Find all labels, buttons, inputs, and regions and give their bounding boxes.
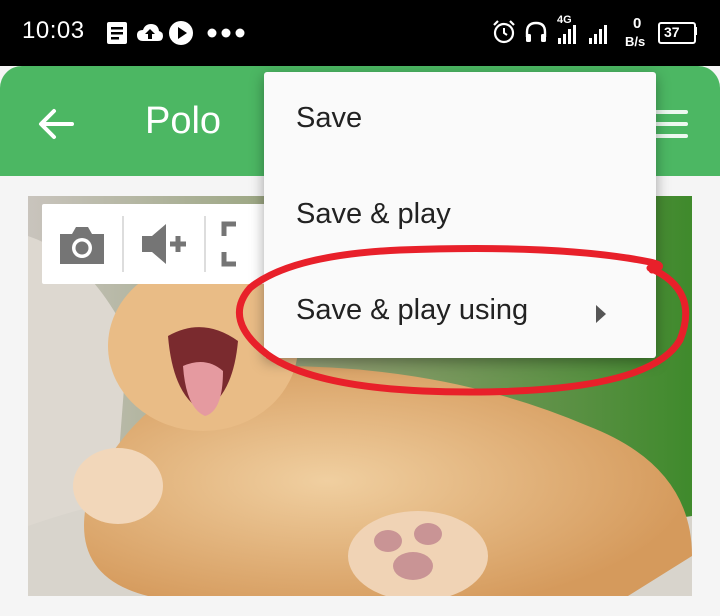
camera-icon[interactable] <box>52 214 112 274</box>
battery-icon: 37 <box>658 22 696 44</box>
submenu-arrow-icon <box>596 305 606 323</box>
menu-item-save[interactable]: Save <box>264 74 656 168</box>
more-dots-icon <box>207 28 245 38</box>
volume-add-icon[interactable] <box>134 214 194 274</box>
menu-item-label: Save & play using <box>296 294 529 326</box>
menu-item-save-and-play[interactable]: Save & play <box>264 170 656 264</box>
status-bar: 10:03 4G 0 B/s 37 <box>0 0 720 66</box>
menu-icon[interactable] <box>652 110 688 140</box>
cloud-upload-icon <box>137 24 163 41</box>
back-arrow-icon[interactable] <box>36 104 76 144</box>
menu-item-label: Save <box>296 102 363 134</box>
signal-icon <box>558 25 607 44</box>
notes-icon <box>107 22 127 44</box>
alarm-icon <box>493 20 515 44</box>
battery-level: 37 <box>664 24 680 40</box>
battery-tip <box>694 27 697 35</box>
overflow-menu: Save Save & play Save & play using <box>264 72 656 358</box>
status-time: 10:03 <box>22 17 85 44</box>
toolbar-divider <box>204 216 206 272</box>
play-icon <box>169 21 193 45</box>
speed-value: 0 <box>633 15 642 32</box>
speed-unit: B/s <box>625 34 646 49</box>
menu-item-save-and-play-using[interactable]: Save & play using <box>264 266 656 360</box>
menu-item-label: Save & play <box>296 198 451 230</box>
toolbar-divider <box>122 216 124 272</box>
page-title: Polo <box>145 100 222 142</box>
image-toolbar <box>42 204 282 284</box>
headset-icon <box>525 21 547 42</box>
